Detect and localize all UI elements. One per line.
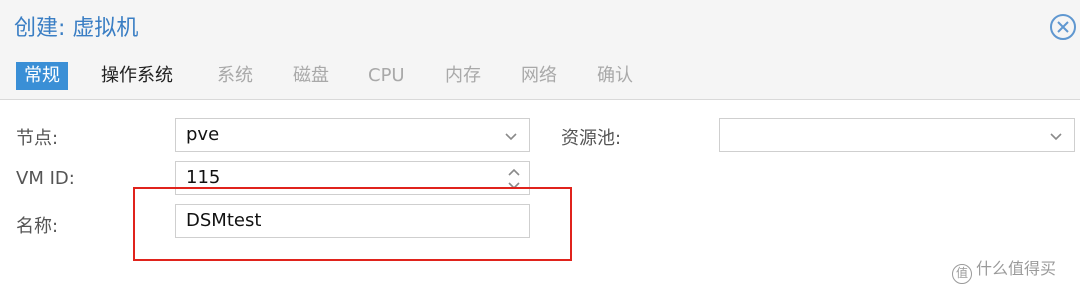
vmid-value: 115 xyxy=(186,167,221,188)
watermark-text: 什么值得买 xyxy=(976,259,1057,278)
node-select[interactable]: pve xyxy=(175,118,530,152)
vmid-label: VM ID: xyxy=(16,168,75,189)
pool-select[interactable] xyxy=(719,118,1075,152)
watermark-badge: 值 xyxy=(952,264,972,284)
watermark: 值什么值得买 xyxy=(952,255,1056,284)
node-value: pve xyxy=(186,124,220,145)
node-label: 节点: xyxy=(16,128,59,149)
tab-memory: 内存 xyxy=(445,65,481,86)
chevron-down-icon[interactable] xyxy=(503,128,519,144)
tab-os[interactable]: 操作系统 xyxy=(93,62,181,90)
tab-cpu: CPU xyxy=(368,65,405,86)
chevron-down-icon[interactable] xyxy=(1048,128,1064,144)
dialog-titlebar: 创建: 虚拟机 xyxy=(0,0,1080,52)
name-label: 名称: xyxy=(16,216,59,237)
tab-confirm: 确认 xyxy=(597,65,633,86)
tab-general[interactable]: 常规 xyxy=(16,62,68,90)
tab-system: 系统 xyxy=(217,65,253,86)
tab-network: 网络 xyxy=(521,65,557,86)
tab-disk: 磁盘 xyxy=(293,65,329,86)
pool-label: 资源池: xyxy=(561,128,622,149)
wizard-tabbar: 常规 操作系统 系统 磁盘 CPU 内存 网络 确认 xyxy=(0,52,1080,100)
close-icon[interactable] xyxy=(1050,14,1076,40)
dialog-title: 创建: 虚拟机 xyxy=(14,16,139,41)
highlight-box xyxy=(133,187,572,261)
